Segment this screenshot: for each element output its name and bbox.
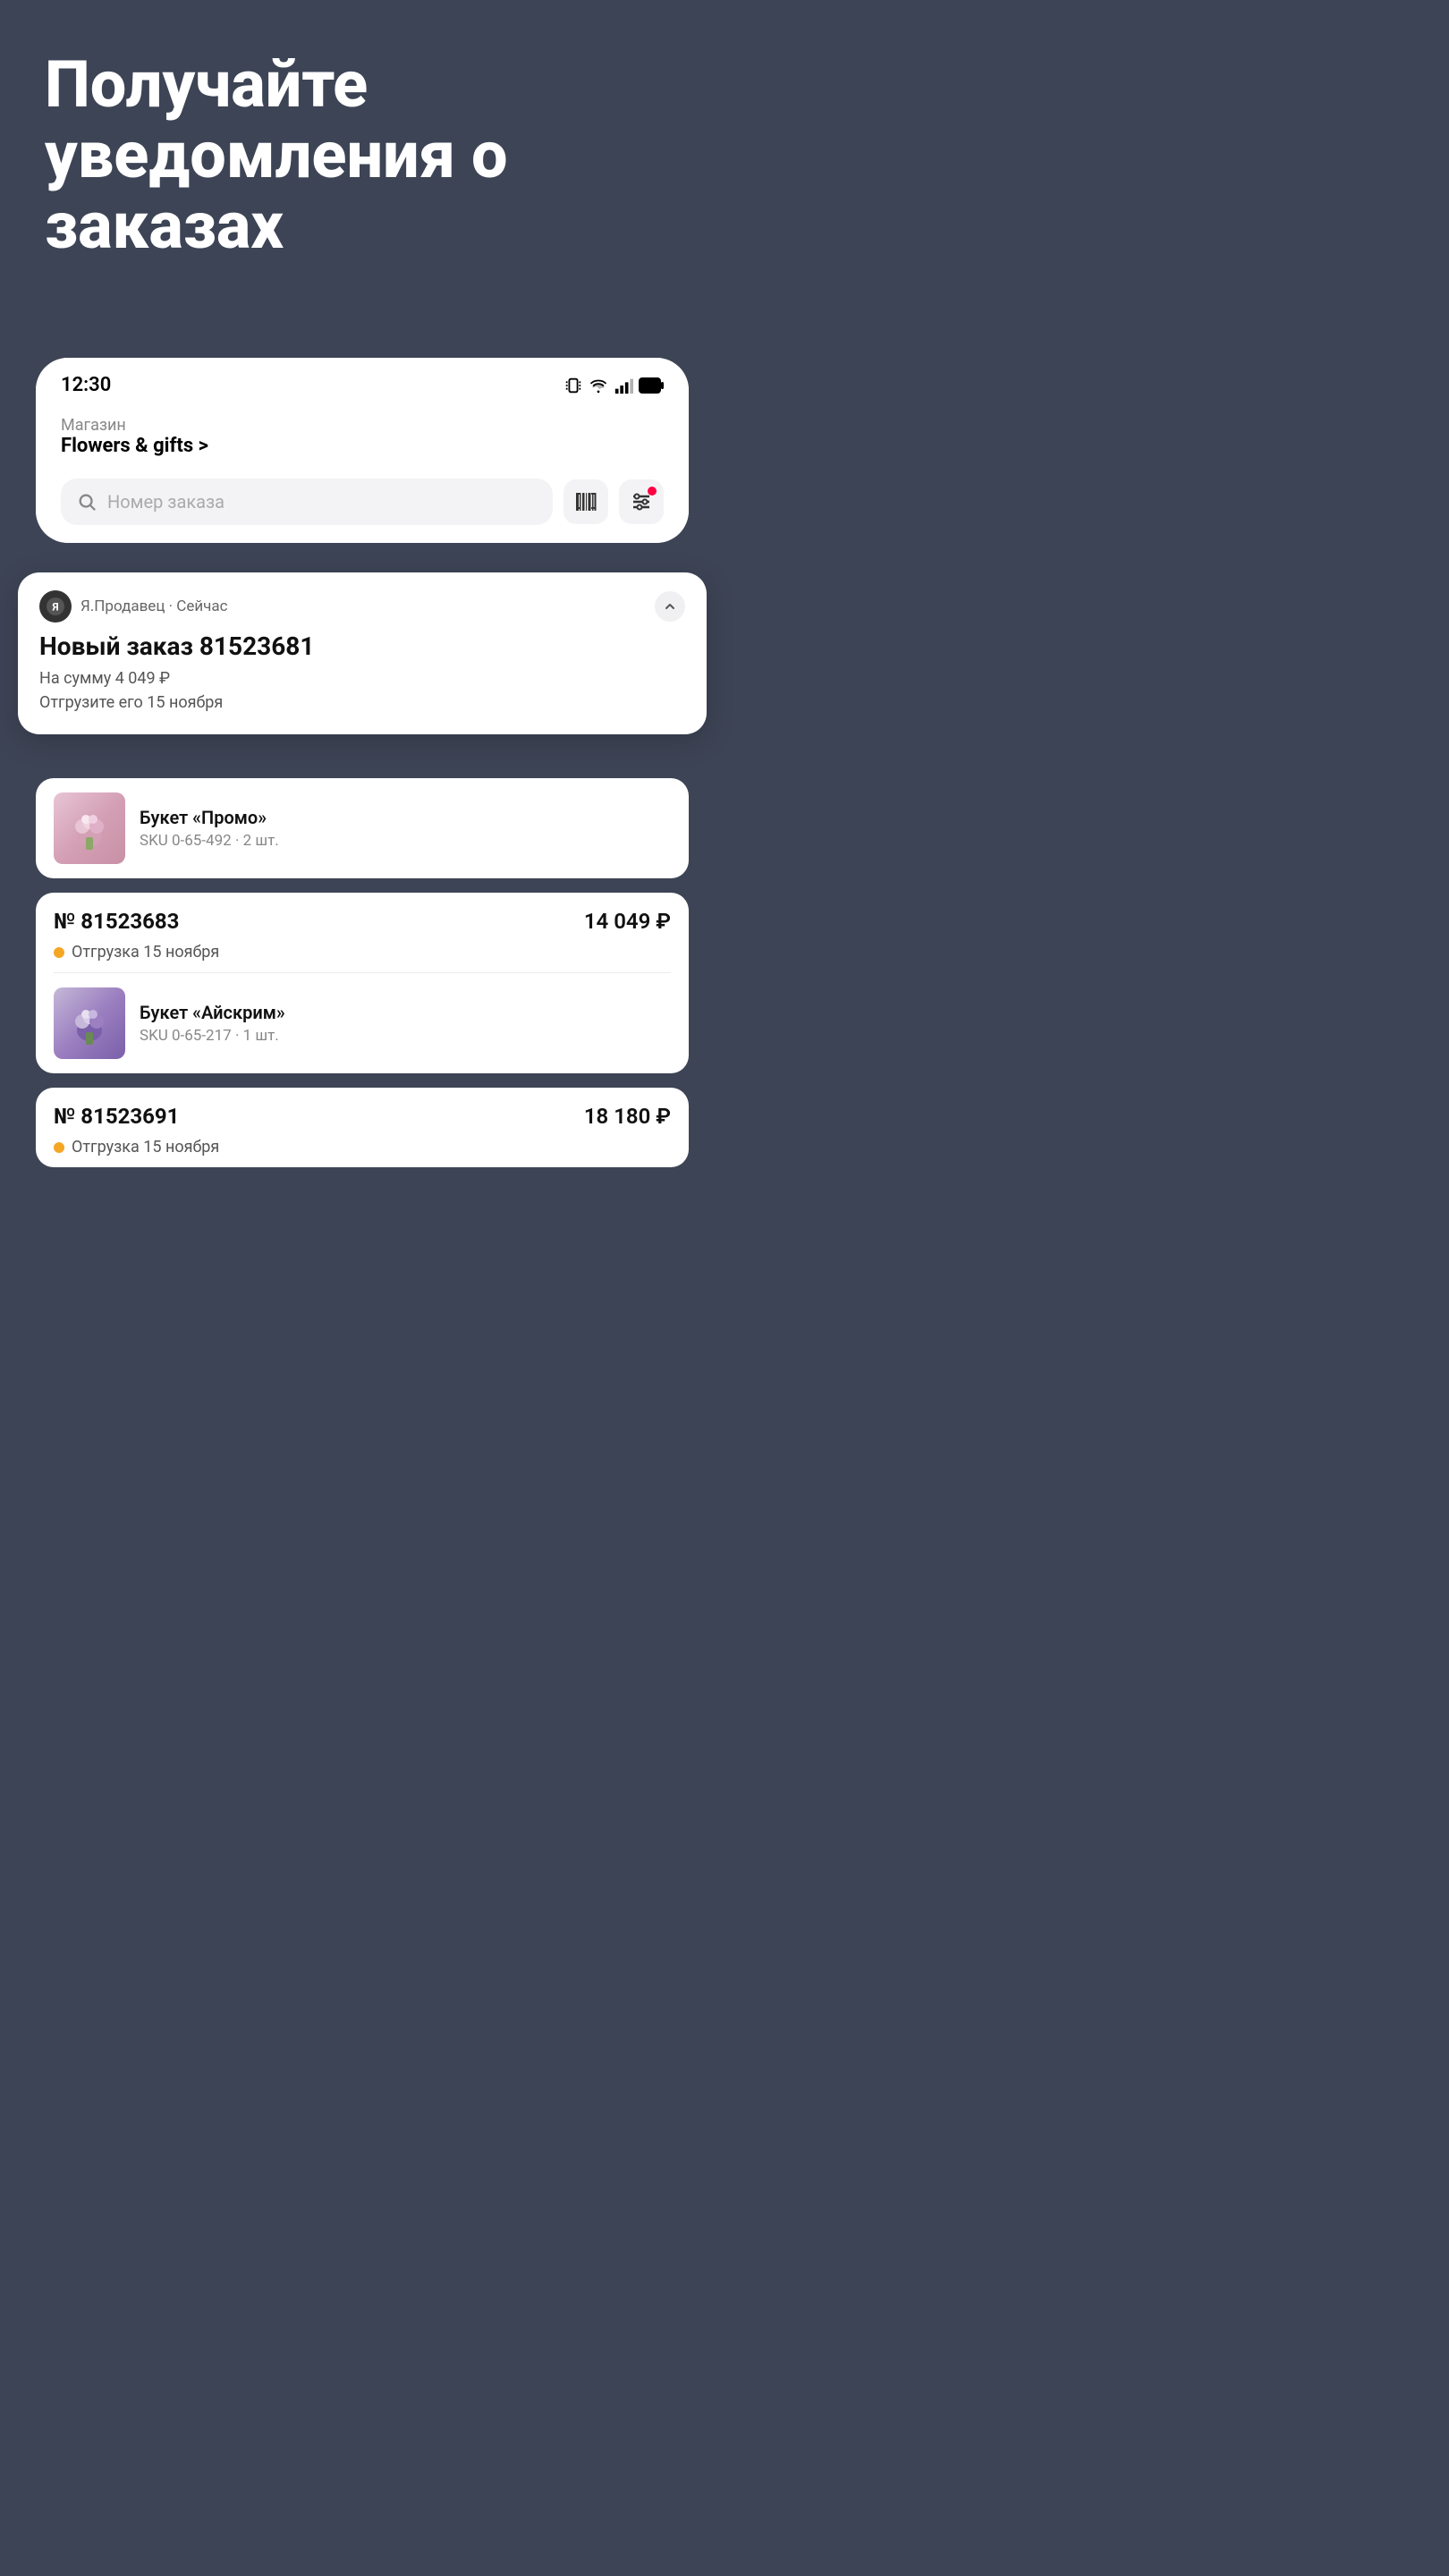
store-label: Магазин xyxy=(61,416,664,435)
product-image-aiskrim xyxy=(54,987,125,1059)
order-card-83[interactable]: № 81523683 14 049 ₽ Отгрузка 15 ноября xyxy=(36,893,689,1073)
orders-area: Букет «Промо» SKU 0-65-492 · 2 шт. № 815… xyxy=(36,778,689,1182)
wifi-icon xyxy=(589,376,608,395)
notification-line1: На сумму 4 049 ₽ Отгрузите его 15 ноября xyxy=(39,666,685,715)
filter-notification-dot xyxy=(648,487,657,496)
order-header-83: № 81523683 14 049 ₽ xyxy=(36,893,689,943)
store-header: Магазин Flowers & gifts > xyxy=(36,405,689,471)
order-item-card-promo: Букет «Промо» SKU 0-65-492 · 2 шт. xyxy=(36,778,689,878)
order-item-info-promo: Букет «Промо» SKU 0-65-492 · 2 шт. xyxy=(140,807,671,850)
search-placeholder: Номер заказа xyxy=(107,491,225,513)
search-icon xyxy=(77,492,97,512)
status-dot-83 xyxy=(54,947,64,958)
order-item-name-aiskrim: Букет «Айскрим» xyxy=(140,1002,671,1023)
notification-app-info: Я Я.Продавец · Сейчас xyxy=(39,590,228,623)
order-price-91: 18 180 ₽ xyxy=(584,1104,671,1129)
barcode-button[interactable] xyxy=(564,479,608,524)
barcode-icon xyxy=(574,490,597,513)
status-dot-91 xyxy=(54,1142,64,1153)
status-icons xyxy=(564,376,664,395)
notification-source: Я.Продавец · Сейчас xyxy=(80,597,228,615)
order-status-91: Отгрузка 15 ноября xyxy=(72,1138,219,1157)
order-item-row: Букет «Промо» SKU 0-65-492 · 2 шт. xyxy=(36,778,689,878)
status-time: 12:30 xyxy=(61,374,111,396)
hero-title: Получайте уведомления о заказах xyxy=(45,49,680,262)
order-item-name: Букет «Промо» xyxy=(140,807,671,828)
order-status-row-83: Отгрузка 15 ноября xyxy=(36,943,689,972)
collapse-button[interactable] xyxy=(655,591,685,622)
battery-icon xyxy=(639,376,664,395)
order-item-sku: SKU 0-65-492 · 2 шт. xyxy=(140,832,671,850)
order-number-91: № 81523691 xyxy=(54,1104,179,1129)
vibrate-icon xyxy=(564,376,583,395)
order-status-83: Отгрузка 15 ноября xyxy=(72,943,219,962)
hero-section: Получайте уведомления о заказах xyxy=(45,49,680,262)
search-input-container[interactable]: Номер заказа xyxy=(61,479,553,525)
store-name[interactable]: Flowers & gifts > xyxy=(61,435,664,457)
order-card-91[interactable]: № 81523691 18 180 ₽ Отгрузка 15 ноября xyxy=(36,1088,689,1167)
search-area: Номер заказа xyxy=(36,471,689,543)
filter-button[interactable] xyxy=(619,479,664,524)
notification-popup: Я Я.Продавец · Сейчас Новый заказ 815236… xyxy=(18,572,707,734)
order-header-91: № 81523691 18 180 ₽ xyxy=(36,1088,689,1138)
signal-icon xyxy=(614,376,633,395)
app-icon: Я xyxy=(39,590,72,623)
notification-title: Новый заказ 81523681 xyxy=(39,631,685,661)
order-price-83: 14 049 ₽ xyxy=(584,909,671,934)
order-status-row-91: Отгрузка 15 ноября xyxy=(36,1138,689,1167)
svg-text:Я: Я xyxy=(51,601,58,614)
product-image-promo xyxy=(54,792,125,864)
order-item-row-83: Букет «Айскрим» SKU 0-65-217 · 1 шт. xyxy=(36,973,689,1073)
notification-header: Я Я.Продавец · Сейчас xyxy=(39,590,685,623)
order-number-83: № 81523683 xyxy=(54,909,179,934)
order-item-info-aiskrim: Букет «Айскрим» SKU 0-65-217 · 1 шт. xyxy=(140,1002,671,1045)
status-bar: 12:30 xyxy=(36,358,689,405)
phone-mockup: 12:30 xyxy=(36,358,689,543)
order-item-sku-aiskrim: SKU 0-65-217 · 1 шт. xyxy=(140,1027,671,1045)
